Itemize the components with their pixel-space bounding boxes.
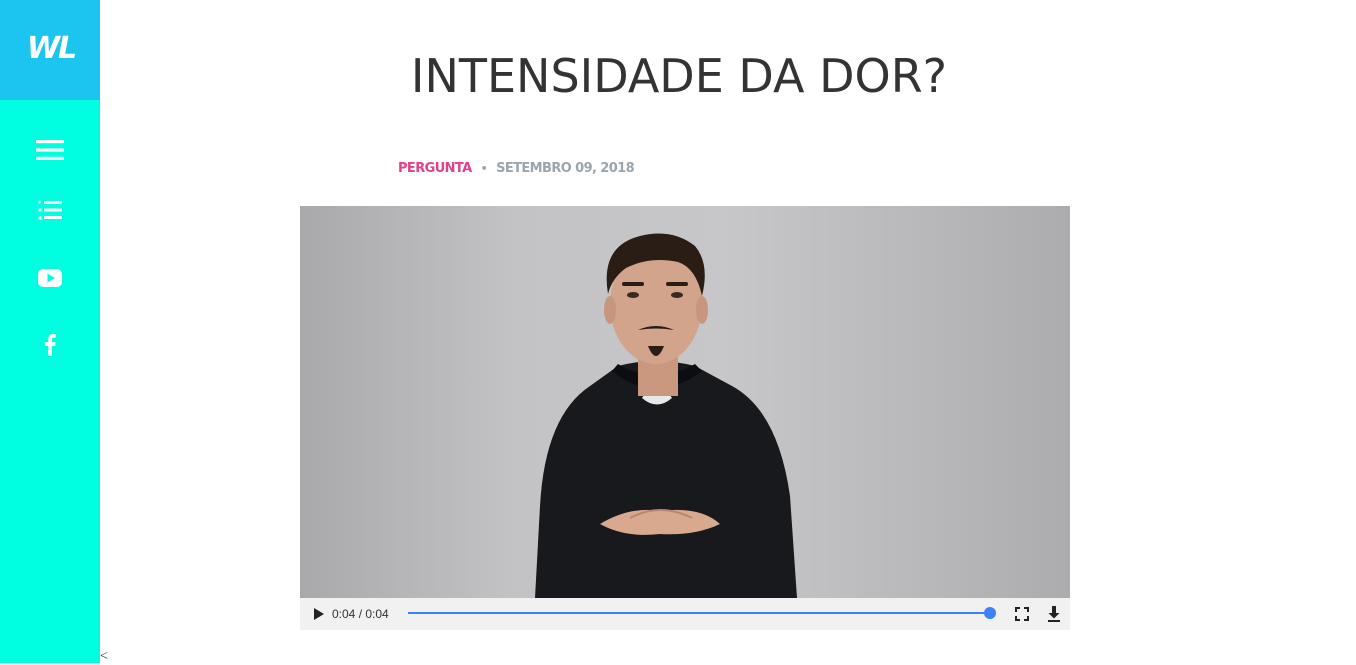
menu-button[interactable] [30,130,70,170]
video-progress-knob[interactable] [984,607,996,619]
video-progress-fill [408,612,990,614]
youtube-link[interactable] [30,258,70,298]
post-meta: PERGUNTA • SETEMBRO 09, 2018 [398,159,635,177]
video-time: 0:04 / 0:04 [332,607,389,621]
video-progress-bar[interactable] [408,607,996,619]
youtube-icon [38,269,62,287]
post-title: INTENSIDADE DA DOR? [410,49,948,103]
hamburger-menu-icon [36,140,64,160]
play-icon[interactable] [310,606,326,622]
logo-text: WL [26,31,77,66]
site-logo: WL [20,31,82,67]
facebook-link[interactable] [30,325,70,365]
list-button[interactable] [30,190,70,230]
fullscreen-icon[interactable] [1014,606,1030,622]
facebook-icon [44,334,56,356]
video-frame[interactable] [300,206,1070,598]
video-still-image [535,233,797,598]
sidebar: WL [0,0,100,663]
numbered-list-icon [38,200,62,220]
meta-separator: • [480,161,488,175]
site-logo-link[interactable]: WL [0,0,100,100]
post-date: SETEMBRO 09, 2018 [496,160,635,176]
video-player[interactable]: 0:04 / 0:04 [300,206,1070,630]
video-controls: 0:04 / 0:04 [300,598,1070,630]
post-category-link[interactable]: PERGUNTA [398,161,472,176]
download-icon[interactable] [1046,605,1062,623]
